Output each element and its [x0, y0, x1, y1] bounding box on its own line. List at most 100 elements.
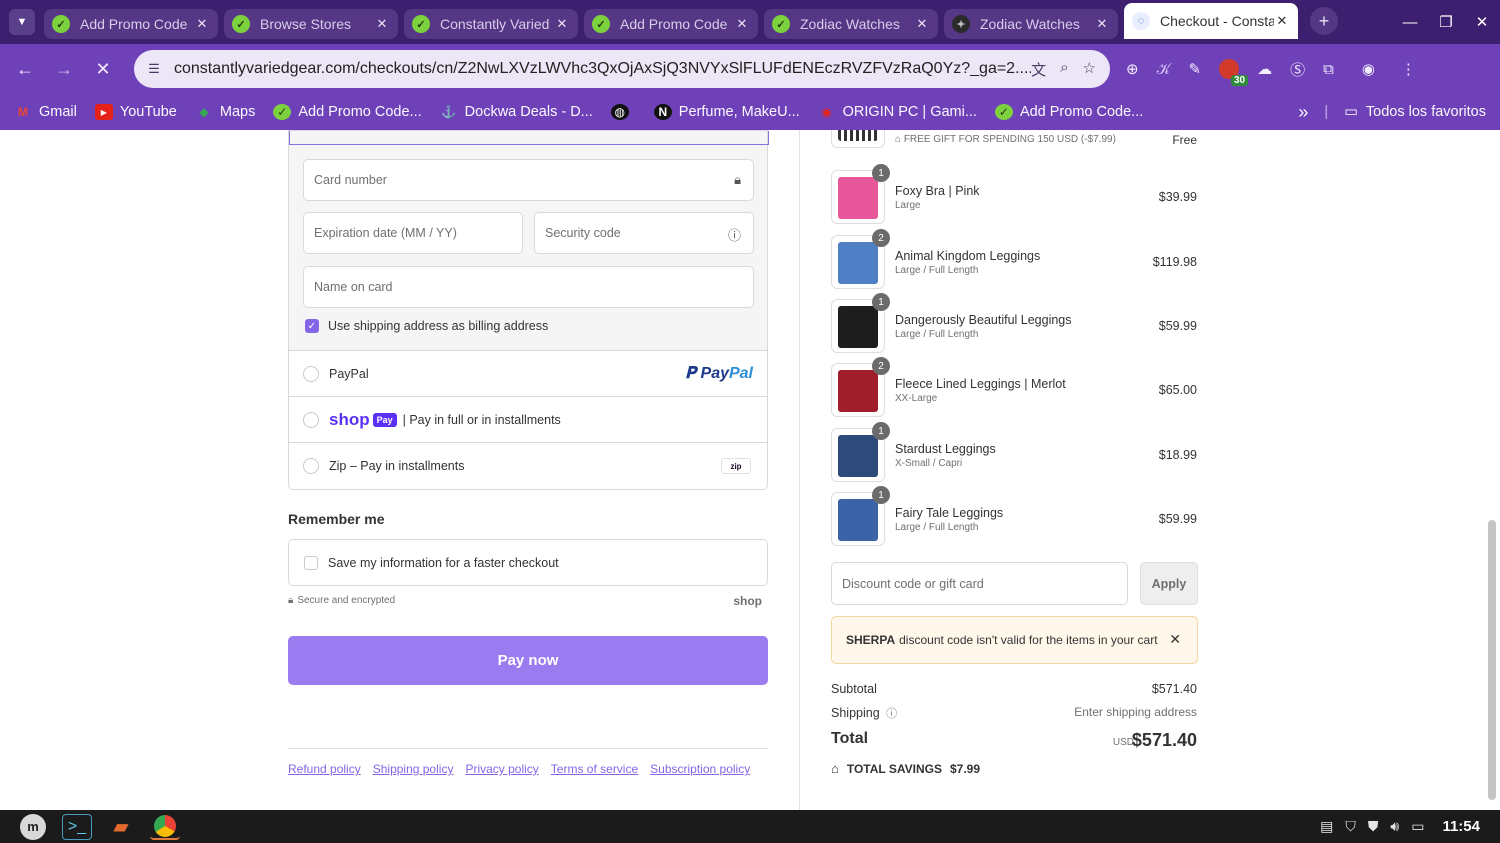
bookmark-label: Perfume, MakeU...: [678, 104, 800, 120]
paypal-option[interactable]: PayPal 𝐏 PayPal: [289, 351, 767, 397]
bookmark-origin[interactable]: ◉ ORIGIN PC | Gami...: [818, 104, 977, 120]
volume-icon[interactable]: 🔊︎: [1390, 818, 1399, 835]
bookmark-globe[interactable]: ◍: [610, 104, 636, 120]
bookmark-maps[interactable]: ◆ Maps: [195, 104, 255, 120]
extensions-icon[interactable]: ⧉: [1323, 61, 1334, 78]
stop-button[interactable]: ✕: [88, 59, 118, 80]
shop-pay-option[interactable]: shop Pay | Pay in full or in installment…: [289, 397, 767, 443]
puzzle-extension-icon[interactable]: ✎: [1189, 60, 1202, 78]
shield-icon[interactable]: ⛉: [1345, 818, 1356, 835]
billing-checkbox[interactable]: ✓: [305, 319, 319, 333]
close-icon[interactable]: ✕: [914, 16, 930, 32]
product-image: [838, 242, 878, 284]
product-image: [838, 499, 878, 541]
all-bookmarks-button[interactable]: ▭ Todos los favoritos: [1344, 104, 1486, 120]
chrome-icon[interactable]: [150, 814, 180, 840]
terms-of-service-link[interactable]: Terms of service: [551, 762, 638, 776]
billing-label: Use shipping address as billing address: [328, 319, 549, 333]
clock[interactable]: 11:54: [1442, 818, 1480, 835]
back-button[interactable]: ←: [10, 59, 40, 80]
address-bar[interactable]: ☰ constantlyvariedgear.com/checkouts/cn/…: [134, 50, 1110, 88]
translate-icon[interactable]: 文: [1031, 59, 1046, 80]
card-number-field[interactable]: Card number 🔒︎: [303, 159, 754, 201]
mint-menu-icon[interactable]: m: [18, 813, 48, 840]
line-item: 1 Dangerously Beautiful Leggings Large /…: [831, 293, 1198, 353]
url-text[interactable]: constantlyvariedgear.com/checkouts/cn/Z2…: [174, 60, 1031, 78]
zip-radio[interactable]: [303, 458, 319, 474]
cloud-extension-icon[interactable]: ☁: [1257, 60, 1272, 78]
tab-zodiac-watches-1[interactable]: ✓ Zodiac Watches ✕: [764, 9, 938, 39]
tab-constantly-varied[interactable]: ✓ Constantly Varied ✕: [404, 9, 578, 39]
close-icon[interactable]: ✕: [374, 16, 390, 32]
tab-strip: ▼ ✓ Add Promo Code ✕ ✓ Browse Stores ✕ ✓…: [0, 0, 1500, 44]
tab-search-button[interactable]: ▼: [9, 9, 35, 35]
tab-add-promo-code-1[interactable]: ✓ Add Promo Code ✕: [44, 9, 218, 39]
bookmark-perfume[interactable]: N Perfume, MakeU...: [653, 104, 800, 120]
paypal-logo-pay: Pay: [700, 364, 729, 382]
maximize-icon[interactable]: ❐: [1428, 13, 1464, 31]
more-bookmarks-button[interactable]: »: [1298, 102, 1308, 123]
subtotal-label: Subtotal: [831, 682, 877, 696]
new-tab-button[interactable]: +: [1310, 7, 1338, 35]
tab-checkout[interactable]: ◌ Checkout - Constantly ✕: [1124, 3, 1298, 39]
forward-button[interactable]: →: [49, 59, 79, 80]
k-extension-icon[interactable]: 𝒦: [1157, 61, 1171, 78]
window-close-icon[interactable]: ✕: [1464, 13, 1500, 31]
help-icon[interactable]: ⓘ: [886, 708, 897, 720]
scrollbar-thumb[interactable]: [1488, 520, 1496, 800]
item-name: Foxy Bra | Pink: [895, 184, 980, 198]
close-icon[interactable]: ✕: [1169, 631, 1181, 648]
shipping-policy-link[interactable]: Shipping policy: [373, 762, 454, 776]
billing-address-checkbox-row[interactable]: ✓ Use shipping address as billing addres…: [305, 319, 548, 333]
save-info-checkbox[interactable]: [304, 555, 318, 570]
apply-discount-button[interactable]: Apply: [1140, 562, 1198, 605]
expiry-field[interactable]: Expiration date (MM / YY): [303, 212, 523, 254]
zip-label: Zip – Pay in installments: [329, 459, 465, 473]
pay-now-button[interactable]: Pay now: [288, 636, 768, 685]
shop-pay-radio[interactable]: [303, 411, 319, 428]
close-icon[interactable]: ✕: [734, 16, 750, 32]
paypal-radio[interactable]: [303, 365, 319, 382]
security-code-field[interactable]: Security code ⓘ: [534, 212, 754, 254]
s-extension-icon[interactable]: Ⓢ: [1290, 59, 1305, 80]
bookmark-add-promo-2[interactable]: ✓ Add Promo Code...: [994, 104, 1143, 120]
battery-icon[interactable]: ▭: [1411, 818, 1424, 835]
zoom-icon[interactable]: ⌕: [1060, 59, 1068, 80]
refund-policy-link[interactable]: Refund policy: [288, 762, 361, 776]
tab-add-promo-code-2[interactable]: ✓ Add Promo Code ✕: [584, 9, 758, 39]
privacy-policy-link[interactable]: Privacy policy: [465, 762, 538, 776]
bookmark-star-icon[interactable]: ☆: [1083, 59, 1096, 80]
vpn-icon[interactable]: ⛊: [1368, 818, 1379, 835]
terminal-icon[interactable]: >_: [62, 813, 92, 840]
badge-extension-icon[interactable]: 30: [1219, 59, 1249, 86]
subscription-policy-link[interactable]: Subscription policy: [650, 762, 750, 776]
files-icon[interactable]: ▰: [106, 814, 136, 840]
bookmark-gmail[interactable]: M Gmail: [14, 104, 77, 120]
site-settings-icon[interactable]: ☰: [144, 61, 164, 77]
close-icon[interactable]: ✕: [1274, 13, 1290, 29]
credit-card-panel: Card number 🔒︎ Expiration date (MM / YY)…: [289, 131, 769, 351]
zip-option[interactable]: Zip – Pay in installments zip: [289, 443, 767, 489]
globe-extension-icon[interactable]: ⊕: [1126, 60, 1139, 78]
discount-code-input[interactable]: Discount code or gift card: [831, 562, 1128, 605]
help-icon[interactable]: ⓘ: [728, 225, 741, 244]
clipboard-icon[interactable]: ▤: [1320, 818, 1333, 835]
tag-icon: ⌂: [895, 134, 904, 145]
profile-avatar[interactable]: ◉: [1362, 60, 1375, 78]
save-info-option[interactable]: Save my information for a faster checkou…: [288, 539, 768, 586]
bookmark-dockwa[interactable]: ⚓ Dockwa Deals - D...: [440, 104, 593, 120]
paypal-label: PayPal: [329, 366, 369, 381]
close-icon[interactable]: ✕: [194, 16, 210, 32]
minimize-icon[interactable]: —: [1392, 14, 1428, 31]
close-icon[interactable]: ✕: [554, 16, 570, 32]
promo-check-icon: ✓: [994, 104, 1013, 120]
tab-browse-stores[interactable]: ✓ Browse Stores ✕: [224, 9, 398, 39]
tab-zodiac-watches-2[interactable]: ✦ Zodiac Watches ✕: [944, 9, 1118, 39]
page-scrollbar[interactable]: [1488, 140, 1496, 800]
name-on-card-field[interactable]: Name on card: [303, 266, 754, 308]
close-icon[interactable]: ✕: [1094, 16, 1110, 32]
bookmark-add-promo-1[interactable]: ✓ Add Promo Code...: [273, 104, 422, 120]
menu-kebab-icon[interactable]: ⋮: [1401, 60, 1416, 78]
product-image: [838, 177, 878, 219]
bookmark-youtube[interactable]: ▶ YouTube: [94, 104, 177, 120]
